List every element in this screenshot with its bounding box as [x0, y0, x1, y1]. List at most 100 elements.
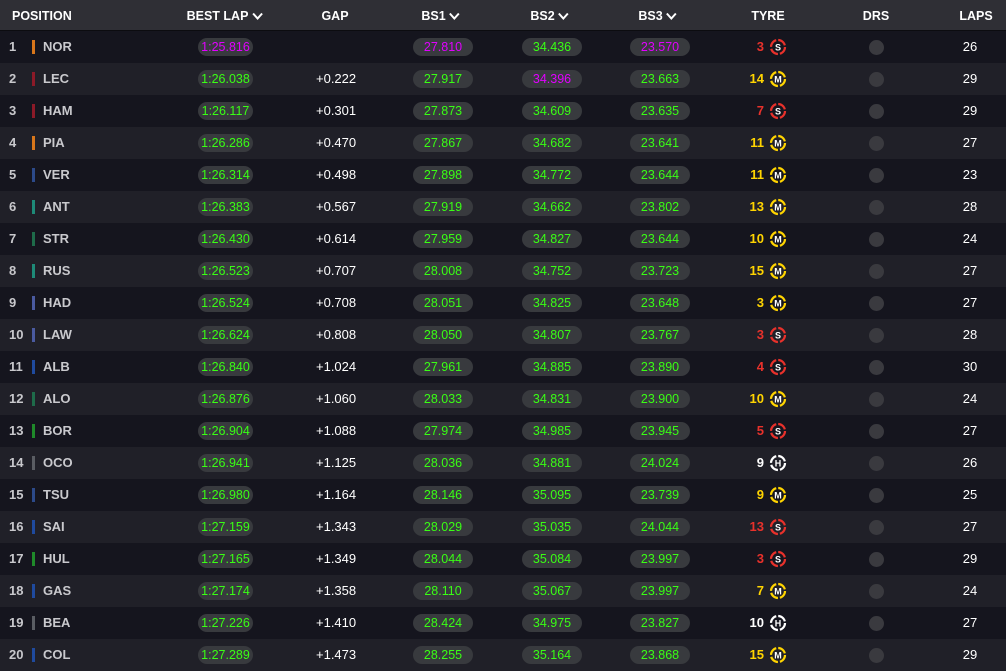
laps-count: 29 — [962, 551, 978, 566]
driver-code[interactable]: OCO — [43, 447, 73, 479]
table-row[interactable]: 15 TSU 1:26.980 +1.164 28.146 35.095 23.739 9 M 2… — [0, 479, 1006, 511]
medium-tyre-icon: M — [769, 198, 787, 216]
header-drs[interactable]: DRS — [863, 0, 889, 31]
table-row[interactable]: 1 NOR 1:25.816 27.810 34.436 23.570 3 S 26 — [0, 31, 1006, 63]
table-row[interactable]: 12 ALO 1:26.876 +1.060 28.033 34.831 23.900 10 M… — [0, 383, 1006, 415]
timing-header: POSITION BEST LAP GAP BS1 BS2 BS3 TYRE D… — [0, 0, 1006, 31]
tyre-compound-letter: S — [775, 554, 781, 564]
tyre-age: 14 — [749, 71, 764, 86]
driver-code[interactable]: LAW — [43, 319, 72, 351]
position-number: 6 — [9, 199, 17, 214]
table-row[interactable]: 8 RUS 1:26.523 +0.707 28.008 34.752 23.723 15 M 2… — [0, 255, 1006, 287]
position-number: 2 — [9, 71, 17, 86]
header-tyre[interactable]: TYRE — [751, 0, 784, 31]
best-lap-time: 1:27.174 — [198, 582, 253, 600]
table-row[interactable]: 11 ALB 1:26.840 +1.024 27.961 34.885 23.890 4 S 3… — [0, 351, 1006, 383]
sector-2-time: 34.831 — [522, 390, 582, 408]
gap-value: +1.125 — [316, 455, 357, 470]
driver-code[interactable]: NOR — [43, 31, 72, 63]
table-row[interactable]: 17 HUL 1:27.165 +1.349 28.044 35.084 23.997 3 S 2… — [0, 543, 1006, 575]
gap-value: +1.410 — [316, 615, 357, 630]
driver-code[interactable]: HAD — [43, 287, 71, 319]
sector-3-time: 23.900 — [630, 390, 690, 408]
sector-1-time: 28.051 — [413, 294, 473, 312]
table-row[interactable]: 9 HAD 1:26.524 +0.708 28.051 34.825 23.648 3 M 27 — [0, 287, 1006, 319]
sector-3-time: 23.890 — [630, 358, 690, 376]
team-color-bar — [32, 168, 35, 182]
tyre-age: 5 — [756, 423, 764, 438]
header-laps[interactable]: LAPS — [959, 0, 992, 31]
table-row[interactable]: 20 COL 1:27.289 +1.473 28.255 35.164 23.868 15 M… — [0, 639, 1006, 671]
driver-code[interactable]: BOR — [43, 415, 72, 447]
position-number: 3 — [9, 103, 17, 118]
table-row[interactable]: 2 LEC 1:26.038 +0.222 27.917 34.396 23.663 14 M 2… — [0, 63, 1006, 95]
driver-code[interactable]: HUL — [43, 543, 70, 575]
table-row[interactable]: 13 BOR 1:26.904 +1.088 27.974 34.985 23.945 5 S 2… — [0, 415, 1006, 447]
gap-value: +1.060 — [316, 391, 357, 406]
team-color-bar — [32, 648, 35, 662]
driver-code[interactable]: STR — [43, 223, 69, 255]
drs-indicator — [869, 392, 884, 407]
best-lap-time: 1:26.383 — [198, 198, 253, 216]
sector-2-time: 35.035 — [522, 518, 582, 536]
table-row[interactable]: 19 BEA 1:27.226 +1.410 28.424 34.975 23.827 10 H… — [0, 607, 1006, 639]
driver-code[interactable]: PIA — [43, 127, 65, 159]
laps-count: 27 — [962, 423, 978, 438]
header-gap[interactable]: GAP — [321, 0, 348, 31]
tyre-age: 10 — [749, 615, 764, 630]
gap-value: +1.088 — [316, 423, 357, 438]
driver-code[interactable]: TSU — [43, 479, 69, 511]
best-lap-time: 1:26.430 — [198, 230, 253, 248]
header-position[interactable]: POSITION — [12, 0, 72, 31]
table-row[interactable]: 4 PIA 1:26.286 +0.470 27.867 34.682 23.641 11 M 2… — [0, 127, 1006, 159]
table-row[interactable]: 6 ANT 1:26.383 +0.567 27.919 34.662 23.802 13 M 2… — [0, 191, 1006, 223]
tyre-age: 3 — [756, 551, 764, 566]
tyre-compound-letter: M — [774, 394, 782, 404]
tyre-age: 11 — [750, 135, 764, 150]
team-color-bar — [32, 552, 35, 566]
laps-count: 29 — [962, 71, 978, 86]
driver-code[interactable]: ANT — [43, 191, 70, 223]
gap-value: +0.301 — [316, 103, 357, 118]
gap-value: +1.349 — [316, 551, 357, 566]
medium-tyre-icon: M — [769, 486, 787, 504]
driver-code[interactable]: HAM — [43, 95, 73, 127]
driver-code[interactable]: BEA — [43, 607, 70, 639]
gap-value: +0.614 — [316, 231, 357, 246]
header-best-lap-label: BEST LAP — [186, 9, 249, 23]
table-row[interactable]: 18 GAS 1:27.174 +1.358 28.110 35.067 23.997 7 M 2… — [0, 575, 1006, 607]
gap-value: +0.470 — [316, 135, 357, 150]
driver-code[interactable]: VER — [43, 159, 70, 191]
driver-code[interactable]: ALO — [43, 383, 70, 415]
medium-tyre-icon: M — [769, 134, 787, 152]
table-row[interactable]: 16 SAI 1:27.159 +1.343 28.029 35.035 24.044 13 S… — [0, 511, 1006, 543]
header-bs1[interactable]: BS1 — [421, 0, 460, 31]
header-bs3[interactable]: BS3 — [638, 0, 677, 31]
gap-value — [316, 31, 354, 63]
table-row[interactable]: 14 OCO 1:26.941 +1.125 28.036 34.881 24.024 9 H 2… — [0, 447, 1006, 479]
header-bs2[interactable]: BS2 — [530, 0, 569, 31]
laps-count: 27 — [962, 263, 978, 278]
gap-value: +0.498 — [316, 167, 357, 182]
table-row[interactable]: 10 LAW 1:26.624 +0.808 28.050 34.807 23.767 3 S 2… — [0, 319, 1006, 351]
header-best-lap[interactable]: BEST LAP — [187, 0, 264, 31]
driver-code[interactable]: RUS — [43, 255, 70, 287]
hard-tyre-icon: H — [769, 454, 787, 472]
tyre-age: 15 — [749, 263, 764, 278]
driver-code[interactable]: SAI — [43, 511, 65, 543]
driver-code[interactable]: COL — [43, 639, 70, 671]
drs-indicator — [869, 488, 884, 503]
soft-tyre-icon: S — [769, 518, 787, 536]
driver-code[interactable]: LEC — [43, 63, 69, 95]
driver-code[interactable]: GAS — [43, 575, 71, 607]
position-number: 11 — [9, 359, 23, 374]
table-row[interactable]: 7 STR 1:26.430 +0.614 27.959 34.827 23.644 10 M 2… — [0, 223, 1006, 255]
medium-tyre-icon: M — [769, 390, 787, 408]
laps-count: 30 — [962, 359, 978, 374]
table-row[interactable]: 3 HAM 1:26.117 +0.301 27.873 34.609 23.635 7 S 29 — [0, 95, 1006, 127]
tyre-compound-letter: S — [775, 426, 781, 436]
tyre-compound-letter: S — [775, 42, 781, 52]
laps-count: 28 — [962, 199, 978, 214]
table-row[interactable]: 5 VER 1:26.314 +0.498 27.898 34.772 23.644 11 M 2… — [0, 159, 1006, 191]
driver-code[interactable]: ALB — [43, 351, 70, 383]
